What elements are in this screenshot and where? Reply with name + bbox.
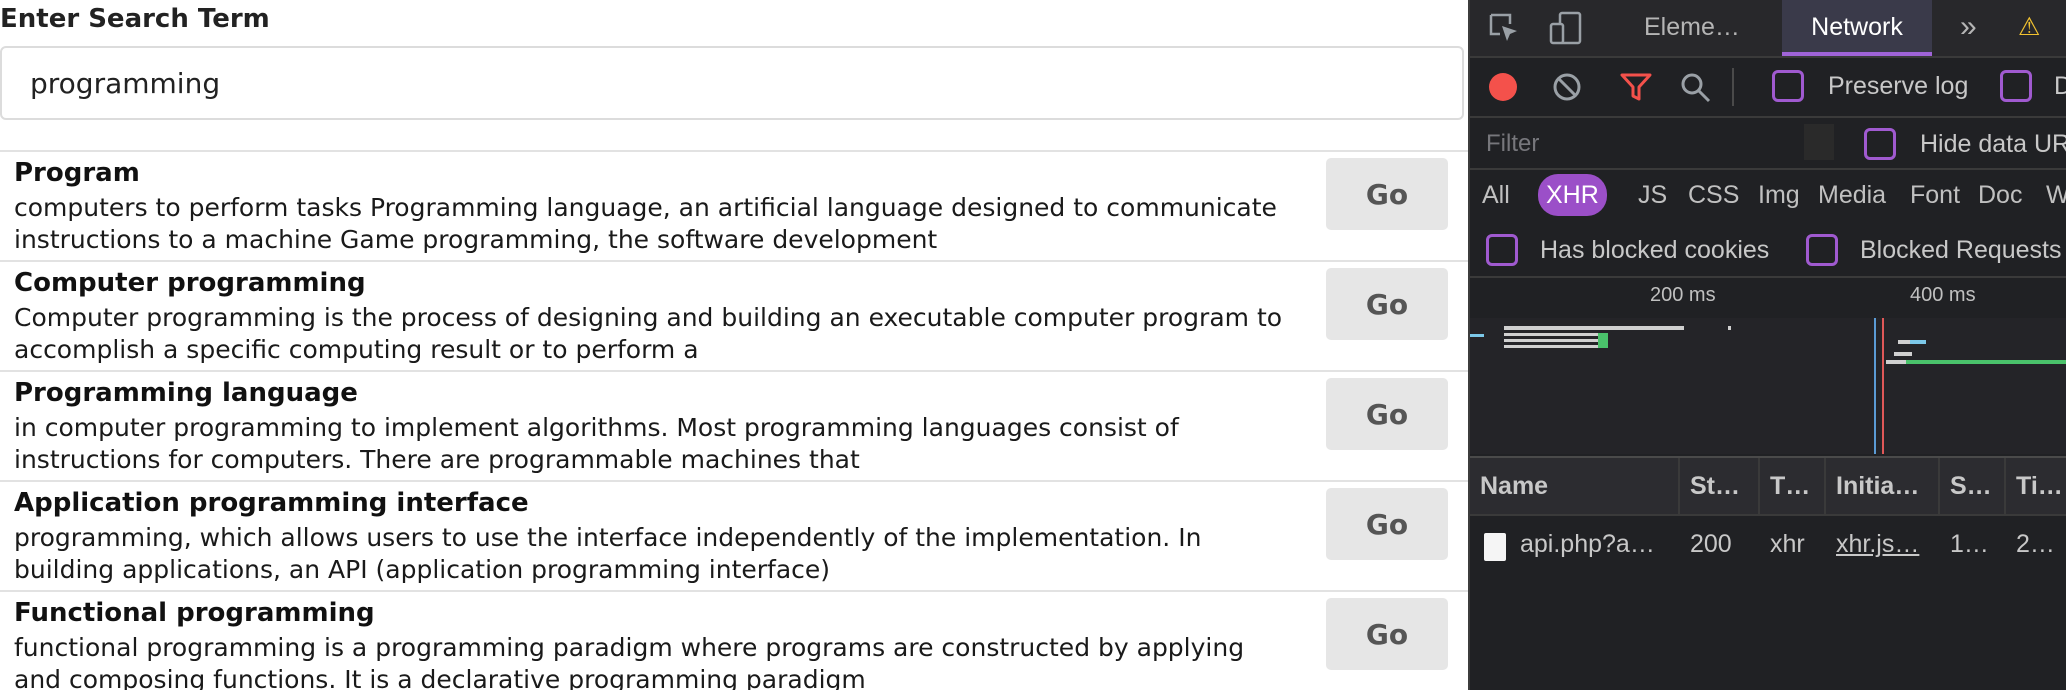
result-title: Application programming interface (14, 488, 529, 518)
filter-row: Hide data UR (1470, 118, 2066, 170)
go-button[interactable]: Go (1326, 158, 1448, 230)
file-icon (1484, 533, 1506, 561)
type-img[interactable]: Img (1750, 174, 1808, 216)
clear-icon[interactable] (1552, 72, 1582, 102)
type-ws[interactable]: W (2038, 174, 2066, 216)
search-input[interactable] (0, 46, 1464, 120)
column-header-time[interactable]: Ti… (2006, 458, 2066, 514)
result-item: Functional programming functional progra… (0, 592, 1468, 690)
tab-elements[interactable]: Eleme… (1624, 0, 1760, 56)
preserve-log-checkbox[interactable] (1772, 70, 1804, 102)
result-description: programming, which allows users to use t… (14, 523, 1202, 584)
go-button[interactable]: Go (1326, 488, 1448, 560)
toolbar-divider (1732, 68, 1734, 106)
column-header-initiator[interactable]: Initia… (1826, 458, 1940, 514)
timeline-tick: 400 ms (1910, 284, 1976, 306)
more-tabs-icon[interactable]: » (1940, 0, 1997, 56)
results-list: Program computers to perform tasks Progr… (0, 150, 1468, 690)
search-app: Enter Search Term Program computers to p… (0, 0, 1468, 690)
disable-cache-checkbox[interactable] (2000, 70, 2032, 102)
type-all[interactable]: All (1474, 174, 1518, 216)
result-description: computers to perform tasks Programming l… (14, 193, 1277, 254)
row-name[interactable]: api.php?a… (1510, 516, 1680, 572)
result-item: Programming language in computer program… (0, 372, 1468, 482)
inspect-element-icon[interactable] (1488, 12, 1520, 44)
table-row[interactable]: api.php?a… 200 xhr xhr.js… 1… 2… (1470, 516, 2066, 572)
blocked-filters-row: Has blocked cookies Blocked Requests (1470, 224, 2066, 278)
has-blocked-cookies-checkbox[interactable] (1486, 234, 1518, 266)
type-doc[interactable]: Doc (1970, 174, 2030, 216)
row-initiator[interactable]: xhr.js… (1826, 516, 1940, 572)
has-blocked-cookies-label: Has blocked cookies (1540, 236, 1770, 264)
blocked-requests-label: Blocked Requests (1860, 236, 2062, 264)
go-button[interactable]: Go (1326, 268, 1448, 340)
hide-data-urls-label: Hide data UR (1920, 130, 2066, 158)
column-header-name[interactable]: Name (1470, 458, 1680, 514)
result-description: Computer programming is the process of d… (14, 303, 1283, 364)
column-header-status[interactable]: St… (1680, 458, 1760, 514)
record-icon[interactable] (1488, 72, 1518, 102)
hide-data-urls-checkbox[interactable] (1864, 128, 1896, 160)
row-time: 2… (2016, 530, 2055, 558)
type-font[interactable]: Font (1902, 174, 1968, 216)
type-js[interactable]: JS (1630, 174, 1675, 216)
search-label: Enter Search Term (0, 4, 270, 34)
result-item: Application programming interface progra… (0, 482, 1468, 592)
result-title: Computer programming (14, 268, 366, 298)
result-title: Functional programming (14, 598, 375, 628)
go-button[interactable]: Go (1326, 598, 1448, 670)
warning-icon[interactable]: ⚠ (1998, 0, 2060, 56)
row-status: 200 (1690, 530, 1732, 558)
filter-input[interactable] (1484, 126, 1788, 162)
device-toolbar-icon[interactable] (1548, 10, 1584, 46)
result-description: functional programming is a programming … (14, 633, 1245, 690)
preserve-log-label: Preserve log (1828, 72, 1969, 100)
row-size: 1… (1950, 530, 1989, 558)
timeline-overview[interactable]: 200 ms 400 ms (1470, 278, 2066, 454)
table-header: Name St… T… Initia… S… Ti… (1470, 458, 2066, 516)
tab-network[interactable]: Network (1782, 0, 1932, 56)
search-icon[interactable] (1680, 72, 1712, 104)
column-header-type[interactable]: T… (1760, 458, 1826, 514)
go-button[interactable]: Go (1326, 378, 1448, 450)
devtools-tabbar: Eleme… Network » ⚠ (1470, 0, 2066, 58)
devtools-panel: Eleme… Network » ⚠ Preserve log D Hide d… (1468, 0, 2066, 690)
type-css[interactable]: CSS (1680, 174, 1747, 216)
network-toolbar: Preserve log D (1470, 58, 2066, 118)
blocked-requests-checkbox[interactable] (1806, 234, 1838, 266)
resource-type-filters: All XHR JS CSS Img Media Font Doc W (1470, 170, 2066, 222)
timeline-tick: 200 ms (1650, 284, 1716, 306)
type-xhr[interactable]: XHR (1538, 174, 1607, 216)
result-item: Computer programming Computer programmin… (0, 262, 1468, 372)
timeline-graph (1470, 318, 2066, 454)
request-table: Name St… T… Initia… S… Ti… api.php?a… 20… (1470, 456, 2066, 690)
type-media[interactable]: Media (1810, 174, 1894, 216)
result-description: in computer programming to implement alg… (14, 413, 1179, 474)
disable-cache-label: D (2054, 72, 2066, 101)
result-item: Program computers to perform tasks Progr… (0, 152, 1468, 262)
result-title: Programming language (14, 378, 358, 408)
filter-icon[interactable] (1620, 72, 1652, 102)
result-title: Program (14, 158, 140, 188)
invert-swatch[interactable] (1804, 124, 1834, 160)
row-type: xhr (1770, 530, 1805, 558)
column-header-size[interactable]: S… (1940, 458, 2006, 514)
